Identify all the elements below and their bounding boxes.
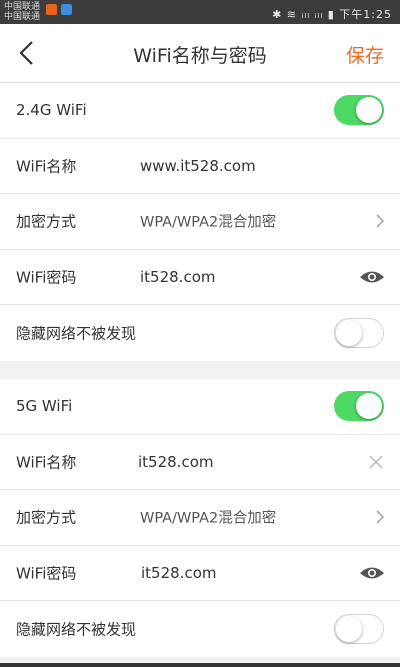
toggle-knob [356,393,382,420]
encryption-row[interactable]: 加密方式 WPA/WPA2混合加密 [0,194,400,250]
wifi-name-label: WiFi名称 [16,157,77,176]
password-row: WiFi密码 it528.com [0,250,400,306]
eye-icon[interactable] [359,565,385,581]
encryption-label: 加密方式 [16,508,77,527]
wifi-24g-section: 2.4G WiFi WiFi名称 www.it528.com 加密方式 WPA/… [0,83,400,361]
wifi-name-row: WiFi名称 it528.com [0,435,400,491]
app-notification-icon [61,4,72,15]
wifi-name-input[interactable]: www.it528.com [140,157,256,175]
password-row: WiFi密码 it528.com [0,546,400,602]
wifi-24g-toggle[interactable] [334,95,384,126]
status-bar: 中国联通 中国联通 ✱ ≋ ᵢₗₗ ᵢₗₗ ▮ 下午1:25 [0,0,400,24]
band-label: 2.4G WiFi [16,101,87,120]
hide-network-label: 隐藏网络不被发现 [16,620,137,639]
chevron-right-icon [376,510,385,525]
close-icon[interactable] [368,454,384,470]
carrier-2: 中国联通 [4,12,41,22]
band-toggle-row: 5G WiFi [0,379,400,435]
encryption-row[interactable]: 加密方式 WPA/WPA2混合加密 [0,490,400,546]
encryption-value: WPA/WPA2混合加密 [140,214,277,231]
save-button[interactable]: 保存 [346,41,384,68]
hide-network-toggle[interactable] [334,614,384,645]
wifi-5g-section: 5G WiFi WiFi名称 it528.com 加密方式 WPA/WPA2混合… [0,379,400,657]
wifi-name-label: WiFi名称 [16,453,77,472]
band-toggle-row: 2.4G WiFi [0,83,400,139]
hide-network-label: 隐藏网络不被发现 [16,324,137,343]
header-bar: WiFi名称与密码 保存 [0,24,400,83]
toggle-knob [356,97,382,124]
wifi-5g-toggle[interactable] [334,391,384,422]
wifi-status-icon [46,4,57,15]
carrier-info: 中国联通 中国联通 [4,2,40,22]
wifi-name-row: WiFi名称 www.it528.com [0,139,400,195]
eye-icon[interactable] [359,269,385,285]
carrier-1: 中国联通 [4,2,41,12]
toggle-knob [336,319,362,346]
password-label: WiFi密码 [16,268,77,287]
wifi-name-input[interactable]: it528.com [138,453,213,471]
hide-network-toggle[interactable] [334,318,384,349]
toggle-knob [336,615,362,642]
page-title: WiFi名称与密码 [133,45,267,67]
encryption-label: 加密方式 [16,212,77,231]
password-input[interactable]: it528.com [140,268,215,286]
status-right: ✱ ≋ ᵢₗₗ ᵢₗₗ ▮ 下午1:25 [272,8,392,21]
band-label: 5G WiFi [16,397,73,416]
password-label: WiFi密码 [16,564,77,583]
password-input[interactable]: it528.com [141,564,216,582]
bottom-edge [0,663,400,667]
hide-network-row: 隐藏网络不被发现 [0,305,400,361]
hide-network-row: 隐藏网络不被发现 [0,601,400,657]
encryption-value: WPA/WPA2混合加密 [140,510,277,527]
chevron-right-icon [376,214,385,229]
